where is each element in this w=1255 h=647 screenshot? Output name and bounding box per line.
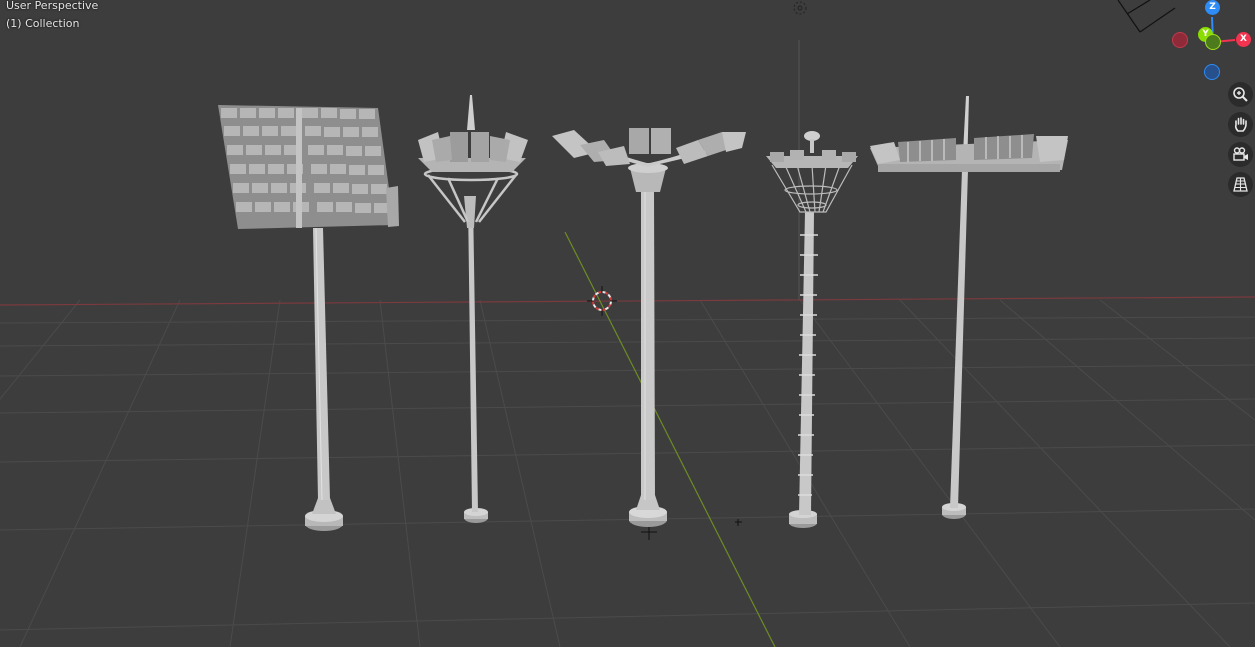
camera-view-button[interactable] xyxy=(1228,142,1253,167)
floor-grid xyxy=(0,299,1255,647)
camera-object-icon[interactable] xyxy=(1117,0,1176,33)
gizmo-z-negative-axis[interactable] xyxy=(1204,64,1220,80)
zoom-button[interactable] xyxy=(1228,82,1253,107)
gizmo-z-axis[interactable]: Z xyxy=(1205,0,1220,15)
gizmo-x-negative-axis[interactable] xyxy=(1172,32,1188,48)
floodlight-pole-ring[interactable] xyxy=(418,95,528,523)
scene-canvas[interactable] xyxy=(0,0,1255,647)
camera-icon xyxy=(1233,147,1248,161)
toggle-perspective-button[interactable] xyxy=(1228,172,1253,197)
floodlight-pole-flat[interactable] xyxy=(870,96,1068,519)
floodlight-pole-solar[interactable] xyxy=(218,105,399,531)
view-perspective-label: User Perspective xyxy=(6,0,99,12)
hand-pan-icon xyxy=(1234,117,1247,132)
gizmo-y-negative-axis[interactable] xyxy=(1205,34,1221,50)
x-axis-line xyxy=(0,296,1255,306)
pan-button[interactable] xyxy=(1228,112,1253,137)
gizmo-x-axis[interactable]: X xyxy=(1236,32,1251,47)
zoom-icon xyxy=(1233,87,1248,102)
perspective-grid-icon xyxy=(1233,177,1248,192)
floodlight-pole-ladder[interactable] xyxy=(766,131,858,528)
3d-viewport[interactable]: User Perspective (1) Collection Z Y X xyxy=(0,0,1255,647)
active-collection-label: (1) Collection xyxy=(6,17,80,30)
